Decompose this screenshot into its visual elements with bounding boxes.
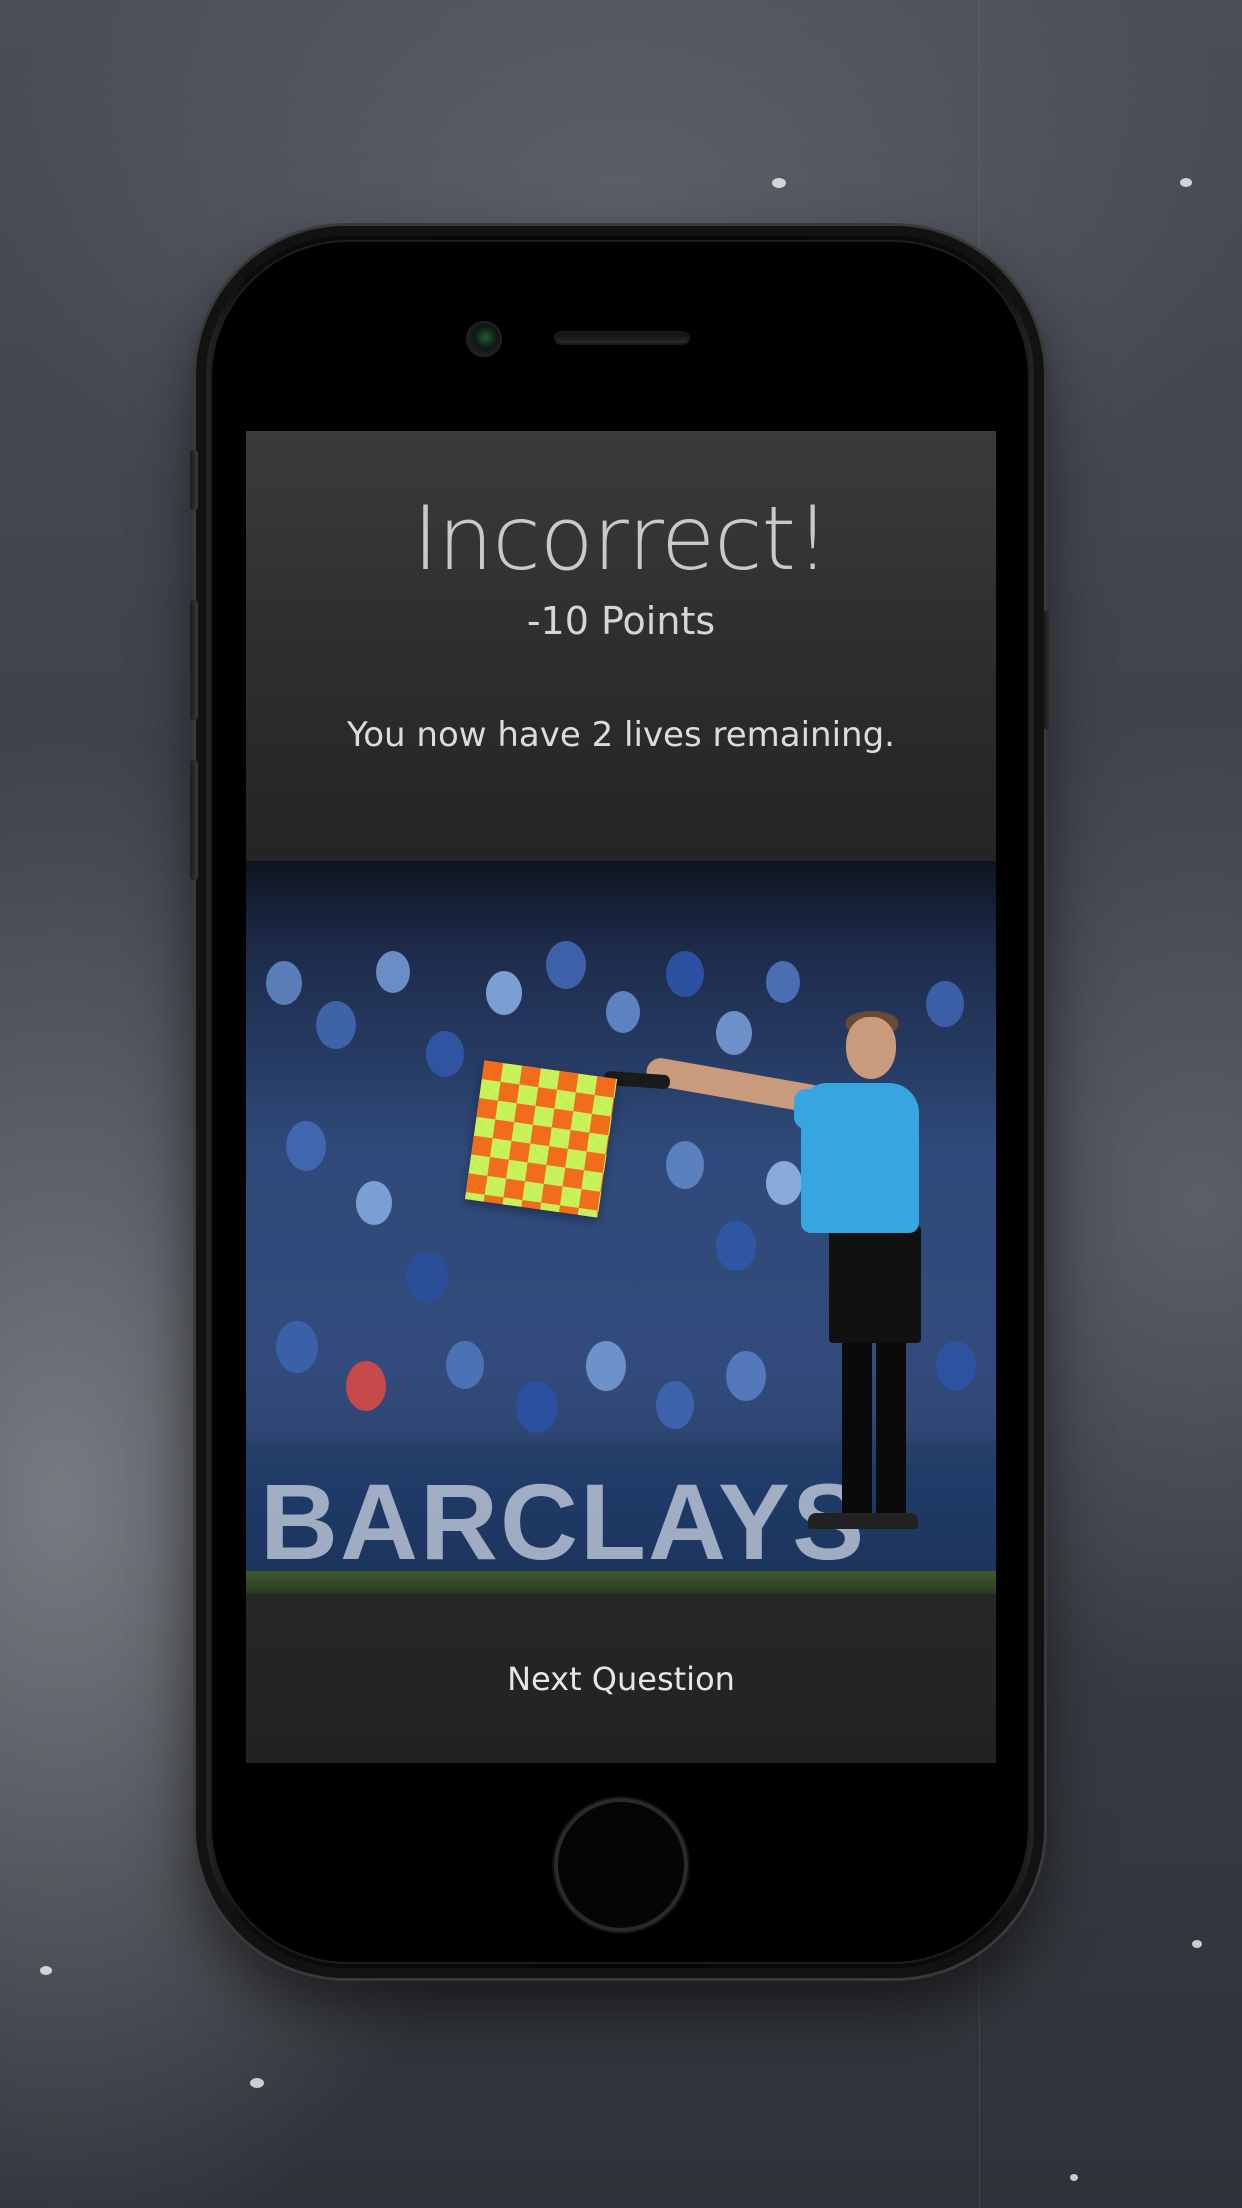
power-button: [1044, 610, 1052, 730]
volume-up-button: [190, 600, 198, 720]
result-title: Incorrect!: [412, 487, 831, 590]
speaker-grille: [556, 333, 688, 343]
background-speck: [250, 2078, 264, 2088]
next-question-button[interactable]: Next Question: [246, 1594, 996, 1763]
volume-down-button: [190, 760, 198, 880]
offside-flag-icon: [464, 1060, 618, 1218]
referee-photo: BARCLAYS: [246, 861, 996, 1593]
background-speck: [1180, 178, 1192, 187]
lives-remaining-message: You now have 2 lives remaining.: [347, 715, 895, 755]
home-button[interactable]: [554, 1798, 688, 1932]
result-header: Incorrect! -10 Points You now have 2 liv…: [246, 431, 996, 861]
referee-leg: [842, 1337, 872, 1522]
pitch-strip: [246, 1571, 996, 1593]
referee-leg: [876, 1337, 906, 1522]
app-screen: Incorrect! -10 Points You now have 2 liv…: [246, 431, 996, 1763]
background-speck: [1070, 2174, 1078, 2181]
board-text: BARCLAYS: [260, 1461, 867, 1582]
points-change: -10 Points: [526, 599, 716, 643]
footer-bar: Next Question: [246, 1593, 996, 1763]
referee-sleeve: [794, 1089, 838, 1129]
mute-switch: [190, 450, 198, 510]
camera-icon: [468, 323, 500, 355]
background-speck: [1192, 1940, 1202, 1948]
background-speck: [40, 1966, 52, 1975]
referee-head: [846, 1017, 896, 1079]
referee-shorts: [829, 1223, 921, 1343]
referee-shoes: [808, 1513, 918, 1529]
background-speck: [772, 178, 786, 188]
